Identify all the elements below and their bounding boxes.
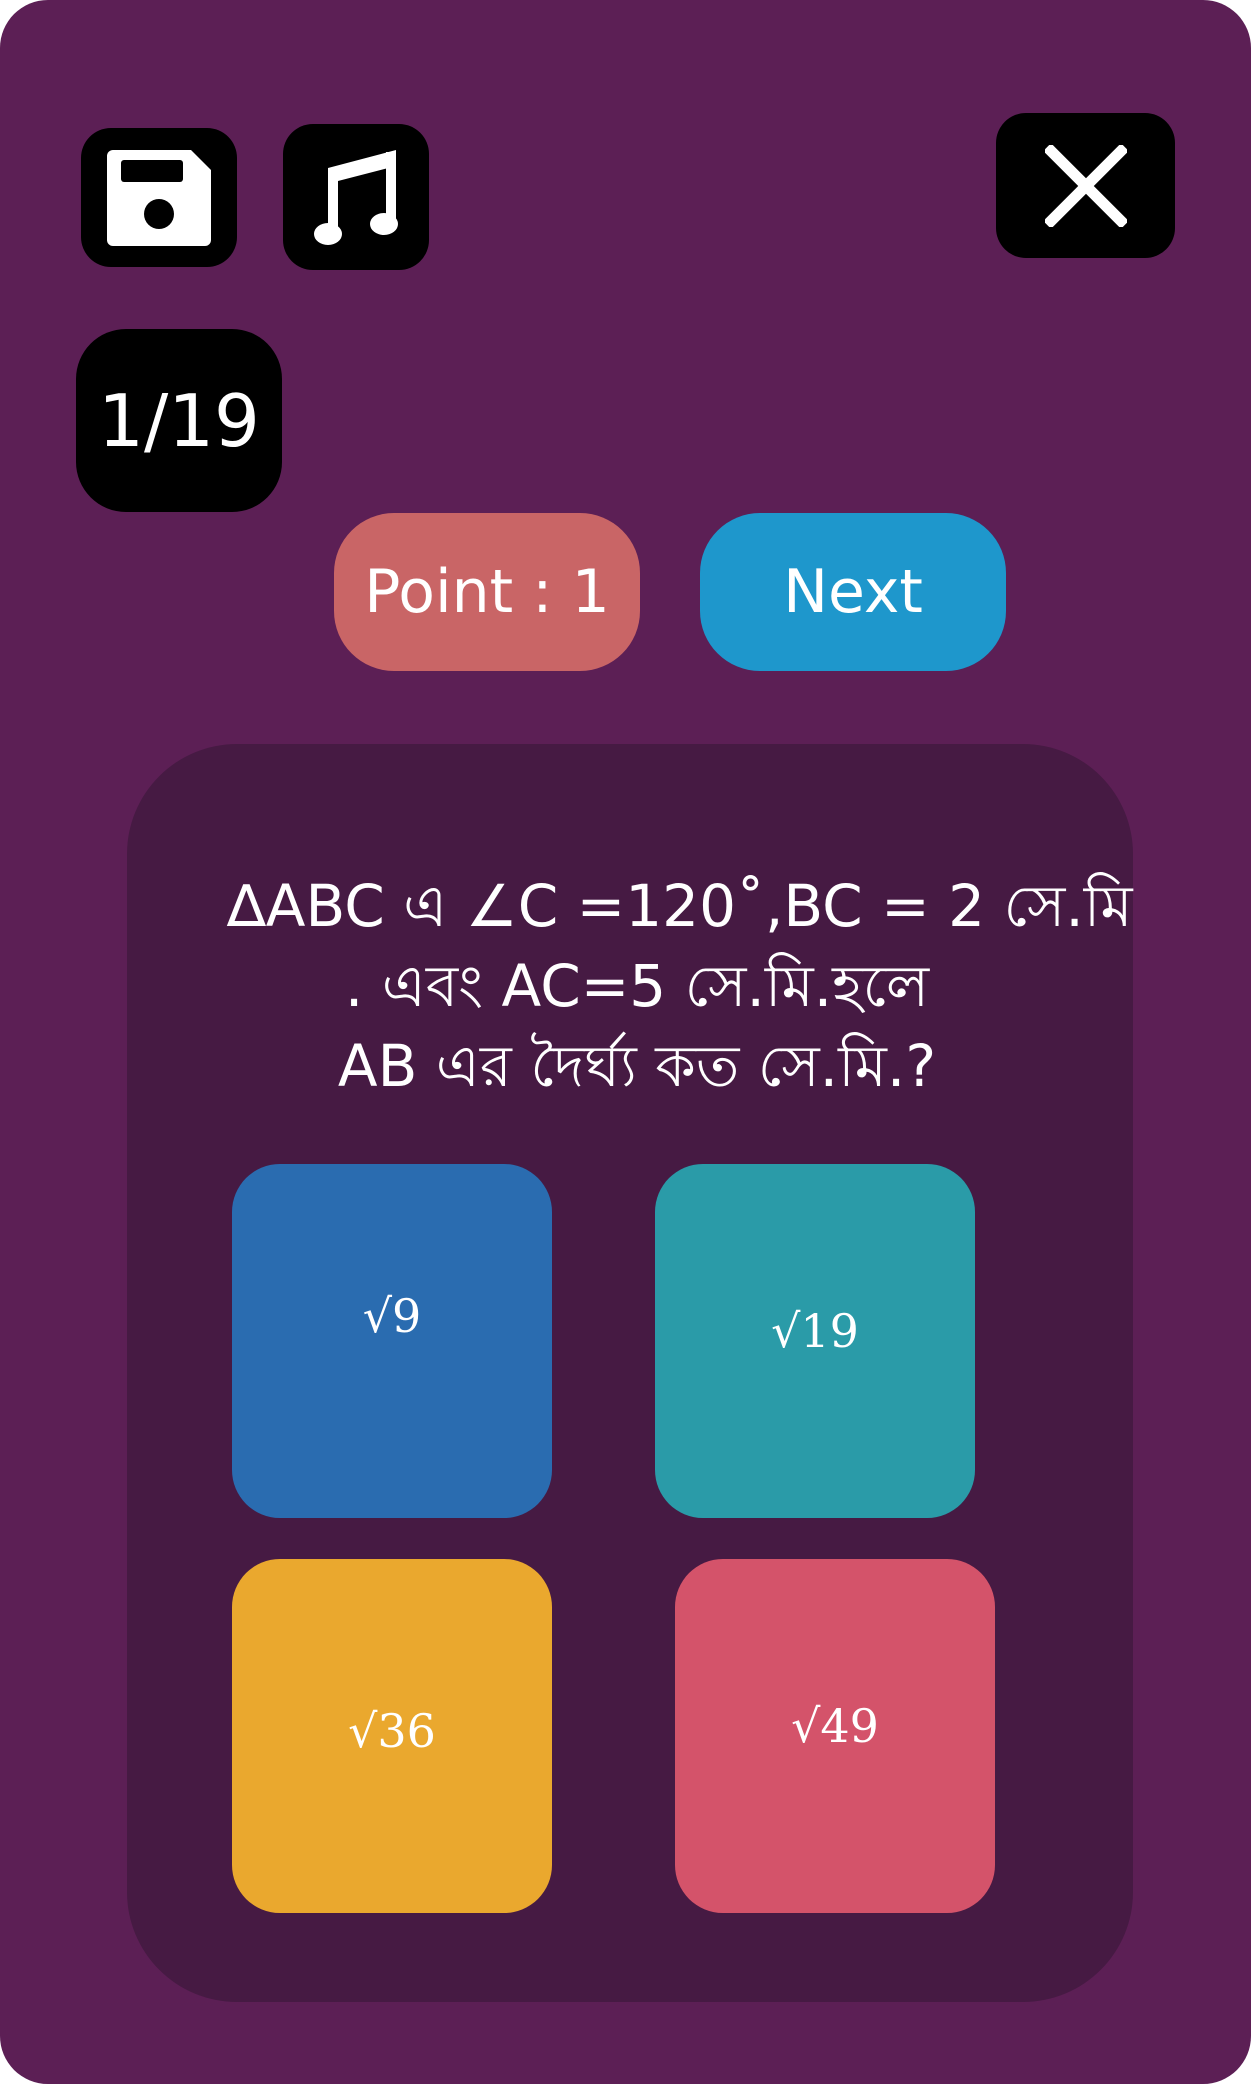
answer-option-4-label: √49 (791, 1699, 879, 1753)
floppy-disk-icon (107, 149, 211, 246)
answer-option-1-label: √9 (362, 1289, 422, 1343)
question-panel: ∆ABC এ ∠C =120˚,BC = 2 সে.মি . এবং AC=5 … (127, 744, 1133, 2002)
close-button[interactable] (996, 113, 1175, 258)
next-button[interactable]: Next (700, 513, 1006, 671)
answer-option-2-label: √19 (771, 1304, 859, 1358)
answer-option-2[interactable]: √19 (655, 1164, 975, 1518)
save-button[interactable] (81, 128, 237, 267)
close-x-icon (1044, 144, 1127, 227)
question-line-3: AB এর দৈর্ঘ্য কত সে.মি.? (337, 1032, 937, 1100)
answer-option-3-label: √36 (348, 1704, 436, 1758)
answer-option-4[interactable]: √49 (675, 1559, 995, 1913)
question-text: ∆ABC এ ∠C =120˚,BC = 2 সে.মি . এবং AC=5 … (227, 866, 1133, 1106)
question-line-2: . এবং AC=5 সে.মি.হলে (344, 952, 930, 1020)
music-note-icon (314, 150, 398, 245)
answer-option-1[interactable]: √9 (232, 1164, 552, 1518)
point-badge: Point : 1 (334, 513, 640, 671)
question-line-1: ∆ABC এ ∠C =120˚,BC = 2 সে.মি (227, 872, 1133, 940)
answer-option-3[interactable]: √36 (232, 1559, 552, 1913)
question-counter: 1/19 (76, 329, 282, 512)
quiz-screen: 1/19 Point : 1 Next ∆ABC এ ∠C =120˚,BC =… (0, 0, 1251, 2084)
music-button[interactable] (283, 124, 429, 270)
